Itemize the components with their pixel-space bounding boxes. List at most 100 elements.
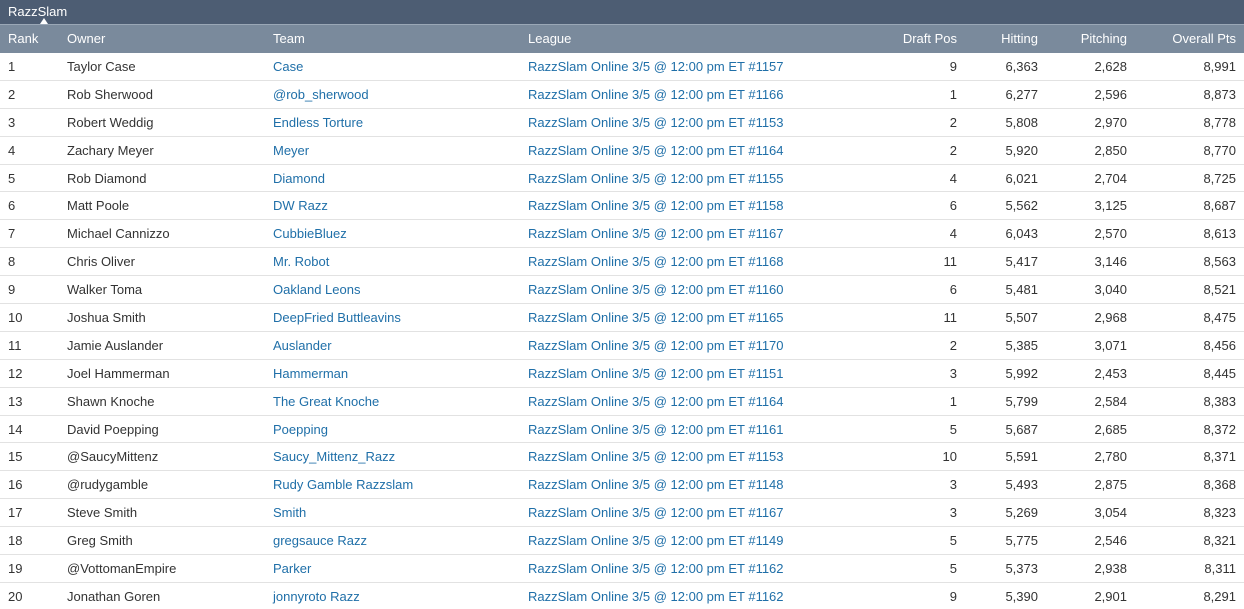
column-header-league[interactable]: League — [520, 24, 834, 53]
league-cell: RazzSlam Online 3/5 @ 12:00 pm ET #1162 — [520, 582, 834, 609]
owner-cell: Zachary Meyer — [59, 136, 265, 165]
league-cell: RazzSlam Online 3/5 @ 12:00 pm ET #1164 — [520, 387, 834, 416]
team-link[interactable]: Smith — [273, 505, 306, 520]
rank-cell: 2 — [0, 80, 59, 109]
column-header-hitting[interactable]: Hitting — [965, 24, 1046, 53]
league-link[interactable]: RazzSlam Online 3/5 @ 12:00 pm ET #1164 — [528, 394, 784, 409]
team-link[interactable]: The Great Knoche — [273, 394, 379, 409]
hitting-cell: 6,363 — [965, 52, 1046, 81]
team-link[interactable]: DW Razz — [273, 198, 328, 213]
rank-cell: 11 — [0, 331, 59, 360]
hitting-cell: 5,385 — [965, 331, 1046, 360]
active-tab-caret-icon — [40, 18, 48, 24]
rank-cell: 17 — [0, 498, 59, 528]
tab-razzslam[interactable]: RazzSlam — [8, 4, 67, 20]
team-link[interactable]: Parker — [273, 561, 311, 576]
team-link[interactable]: Mr. Robot — [273, 254, 329, 269]
column-header-team[interactable]: Team — [265, 24, 520, 53]
league-link[interactable]: RazzSlam Online 3/5 @ 12:00 pm ET #1166 — [528, 87, 784, 102]
team-link[interactable]: Rudy Gamble Razzslam — [273, 477, 413, 492]
league-link[interactable]: RazzSlam Online 3/5 @ 12:00 pm ET #1160 — [528, 282, 784, 297]
team-link[interactable]: Auslander — [273, 338, 332, 353]
league-link[interactable]: RazzSlam Online 3/5 @ 12:00 pm ET #1165 — [528, 310, 784, 325]
rank-cell: 8 — [0, 247, 59, 277]
draft-pos-cell: 9 — [834, 582, 965, 609]
team-cell: Smith — [265, 498, 520, 528]
rank-cell: 18 — [0, 526, 59, 556]
table-row: 12 Joel Hammerman Hammerman RazzSlam Online… — [0, 359, 1244, 388]
league-link[interactable]: RazzSlam Online 3/5 @ 12:00 pm ET #1153 — [528, 449, 784, 464]
league-cell: RazzSlam Online 3/5 @ 12:00 pm ET #1160 — [520, 275, 834, 305]
hitting-cell: 5,493 — [965, 470, 1046, 500]
table-row: 10 Joshua Smith DeepFried Buttleavins RazzS… — [0, 303, 1244, 332]
overall-pts-cell: 8,687 — [1135, 191, 1244, 221]
team-cell: DeepFried Buttleavins — [265, 303, 520, 332]
rank-cell: 7 — [0, 219, 59, 249]
team-link[interactable]: Case — [273, 59, 303, 74]
overall-pts-cell: 8,445 — [1135, 359, 1244, 388]
league-link[interactable]: RazzSlam Online 3/5 @ 12:00 pm ET #1164 — [528, 143, 784, 158]
hitting-cell: 6,021 — [965, 164, 1046, 193]
league-link[interactable]: RazzSlam Online 3/5 @ 12:00 pm ET #1170 — [528, 338, 784, 353]
team-link[interactable]: jonnyroto Razz — [273, 589, 360, 604]
league-link[interactable]: RazzSlam Online 3/5 @ 12:00 pm ET #1167 — [528, 505, 784, 520]
team-link[interactable]: Hammerman — [273, 366, 348, 381]
owner-cell: Walker Toma — [59, 275, 265, 305]
column-header-overall-pts[interactable]: Overall Pts — [1135, 24, 1244, 53]
league-cell: RazzSlam Online 3/5 @ 12:00 pm ET #1167 — [520, 498, 834, 528]
owner-cell: Michael Cannizzo — [59, 219, 265, 249]
hitting-cell: 5,417 — [965, 247, 1046, 277]
league-link[interactable]: RazzSlam Online 3/5 @ 12:00 pm ET #1162 — [528, 561, 784, 576]
league-link[interactable]: RazzSlam Online 3/5 @ 12:00 pm ET #1153 — [528, 115, 784, 130]
rank-cell: 20 — [0, 582, 59, 609]
team-link[interactable]: Poepping — [273, 422, 328, 437]
pitching-cell: 3,054 — [1046, 498, 1135, 528]
draft-pos-cell: 1 — [834, 80, 965, 109]
team-cell: CubbieBluez — [265, 219, 520, 249]
overall-pts-cell: 8,613 — [1135, 219, 1244, 249]
column-header-draft-pos[interactable]: Draft Pos — [834, 24, 965, 53]
draft-pos-cell: 3 — [834, 359, 965, 388]
league-link[interactable]: RazzSlam Online 3/5 @ 12:00 pm ET #1151 — [528, 366, 784, 381]
team-link[interactable]: Oakland Leons — [273, 282, 360, 297]
column-header-pitching[interactable]: Pitching — [1046, 24, 1135, 53]
table-row: 13 Shawn Knoche The Great Knoche RazzSlam O… — [0, 387, 1244, 416]
hitting-cell: 5,562 — [965, 191, 1046, 221]
league-link[interactable]: RazzSlam Online 3/5 @ 12:00 pm ET #1167 — [528, 226, 784, 241]
league-link[interactable]: RazzSlam Online 3/5 @ 12:00 pm ET #1158 — [528, 198, 784, 213]
table-row: 17 Steve Smith Smith RazzSlam Online 3/5 @ … — [0, 498, 1244, 528]
league-link[interactable]: RazzSlam Online 3/5 @ 12:00 pm ET #1168 — [528, 254, 784, 269]
owner-cell: David Poepping — [59, 415, 265, 444]
league-link[interactable]: RazzSlam Online 3/5 @ 12:00 pm ET #1155 — [528, 171, 784, 186]
team-link[interactable]: Diamond — [273, 171, 325, 186]
table-row: 19 @VottomanEmpire Parker RazzSlam Online 3… — [0, 554, 1244, 583]
team-link[interactable]: @rob_sherwood — [273, 87, 369, 102]
owner-cell: Jonathan Goren — [59, 582, 265, 609]
hitting-cell: 5,799 — [965, 387, 1046, 416]
column-header-owner[interactable]: Owner — [59, 24, 265, 53]
table-row: 3 Robert Weddig Endless Torture RazzSlam On… — [0, 108, 1244, 137]
owner-cell: Shawn Knoche — [59, 387, 265, 416]
hitting-cell: 5,269 — [965, 498, 1046, 528]
league-link[interactable]: RazzSlam Online 3/5 @ 12:00 pm ET #1148 — [528, 477, 784, 492]
team-link[interactable]: CubbieBluez — [273, 226, 347, 241]
team-link[interactable]: Meyer — [273, 143, 309, 158]
league-link[interactable]: RazzSlam Online 3/5 @ 12:00 pm ET #1162 — [528, 589, 784, 604]
team-link[interactable]: Saucy_Mittenz_Razz — [273, 449, 395, 464]
pitching-cell: 2,628 — [1046, 52, 1135, 81]
team-link[interactable]: Endless Torture — [273, 115, 363, 130]
overall-pts-cell: 8,323 — [1135, 498, 1244, 528]
overall-pts-cell: 8,456 — [1135, 331, 1244, 360]
column-header-rank[interactable]: Rank — [0, 24, 59, 53]
league-link[interactable]: RazzSlam Online 3/5 @ 12:00 pm ET #1149 — [528, 533, 784, 548]
table-row: 20 Jonathan Goren jonnyroto Razz RazzSlam O… — [0, 582, 1244, 609]
team-link[interactable]: DeepFried Buttleavins — [273, 310, 401, 325]
overall-pts-cell: 8,383 — [1135, 387, 1244, 416]
league-link[interactable]: RazzSlam Online 3/5 @ 12:00 pm ET #1157 — [528, 59, 784, 74]
hitting-cell: 5,687 — [965, 415, 1046, 444]
overall-pts-cell: 8,291 — [1135, 582, 1244, 609]
team-cell: Oakland Leons — [265, 275, 520, 305]
hitting-cell: 5,808 — [965, 108, 1046, 137]
league-link[interactable]: RazzSlam Online 3/5 @ 12:00 pm ET #1161 — [528, 422, 784, 437]
team-link[interactable]: gregsauce Razz — [273, 533, 367, 548]
